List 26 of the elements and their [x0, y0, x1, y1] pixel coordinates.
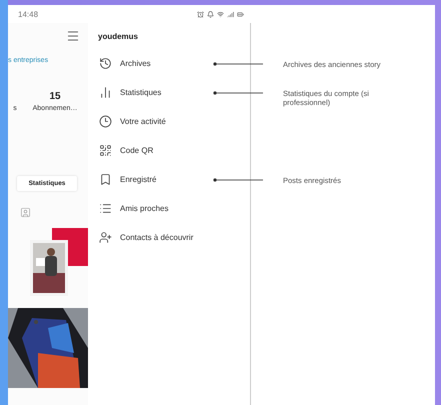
add-person-icon [98, 231, 112, 244]
status-time: 14:48 [18, 10, 38, 18]
bar-chart-icon [98, 86, 112, 99]
wifi-icon [217, 10, 224, 18]
bookmark-icon [98, 173, 112, 186]
leader-line [213, 62, 263, 66]
tagged-person-icon[interactable] [20, 207, 31, 218]
bell-icon [207, 10, 214, 18]
menu-item[interactable]: Code QR [88, 136, 250, 165]
menu-item[interactable]: Enregistré [88, 165, 250, 194]
menu-item[interactable]: Statistiques [88, 78, 250, 107]
battery-icon [237, 10, 244, 18]
menu-item[interactable]: Votre activité [88, 107, 250, 136]
stat-value: 15 [49, 91, 61, 102]
clock-icon [98, 115, 112, 128]
menu-item[interactable]: Contacts à découvrir [88, 223, 250, 252]
alarm-icon [197, 10, 204, 18]
signal-icon [227, 10, 234, 18]
leader-line [213, 178, 263, 182]
username: youdemus [97, 30, 140, 43]
menu-item[interactable]: Archives [88, 49, 250, 78]
qr-code-icon [98, 144, 112, 157]
menu-item[interactable]: Amis proches [88, 194, 250, 223]
menu-icon[interactable] [66, 29, 80, 43]
history-icon [98, 57, 112, 70]
leader-line [213, 91, 263, 95]
